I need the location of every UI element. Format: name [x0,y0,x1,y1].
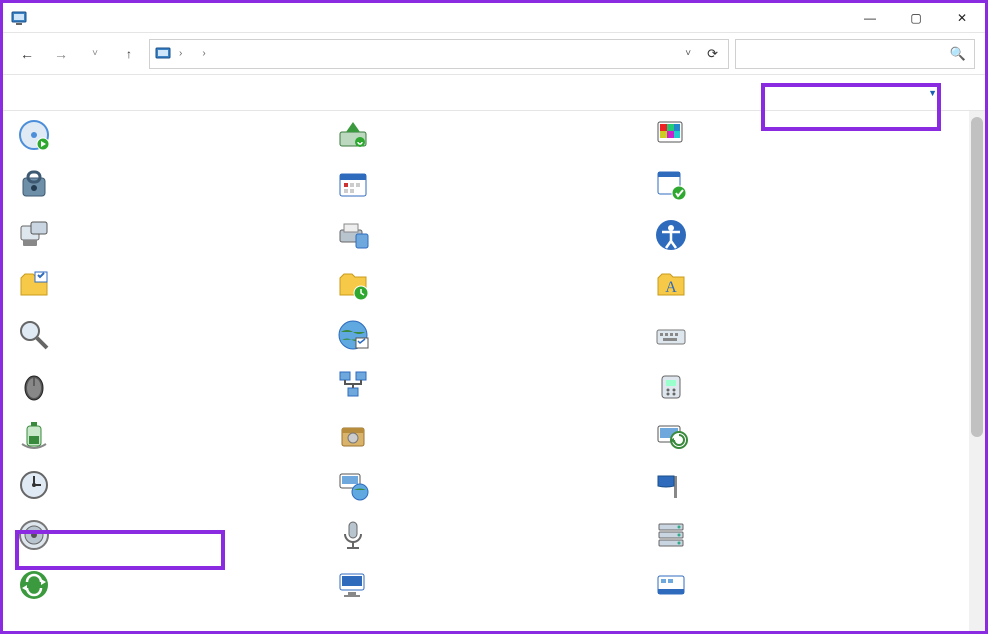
date-time-icon [336,168,370,202]
item-sound[interactable] [13,513,322,557]
item-device-manager[interactable] [13,213,322,257]
sync-center-icon [17,568,51,602]
header-strip: ▼ [3,75,985,111]
devices-printers-icon [336,218,370,252]
item-keyboard[interactable] [650,313,959,357]
item-file-history[interactable] [332,263,641,307]
recovery-icon [654,418,688,452]
item-fonts[interactable]: A [650,263,959,307]
network-sharing-icon [336,368,370,402]
power-options-icon [17,418,51,452]
region-icon [17,468,51,502]
chevron-right-icon[interactable]: › [199,48,208,59]
item-ease-of-access[interactable] [650,213,959,257]
up-button[interactable]: ↑ [115,40,143,68]
item-power-options[interactable] [13,413,322,457]
item-credential-manager[interactable] [13,163,322,207]
refresh-button[interactable]: ⟳ [701,46,724,62]
item-programs-features[interactable] [332,413,641,457]
device-manager-icon [17,218,51,252]
item-indexing-options[interactable] [13,313,322,357]
file-history-icon [336,268,370,302]
indexing-options-icon [17,318,51,352]
item-devices-printers[interactable] [332,213,641,257]
address-dropdown[interactable]: ˅ [679,48,697,59]
item-network-sharing[interactable] [332,363,641,407]
chevron-down-icon: ▼ [928,88,937,98]
search-icon: 🔍 [950,46,966,62]
item-date-time[interactable] [332,163,641,207]
vertical-scrollbar[interactable] [969,111,985,631]
maximize-button[interactable]: ▢ [893,3,939,32]
file-explorer-options-icon [17,268,51,302]
keyboard-icon [654,318,688,352]
svg-text:A: A [666,279,678,296]
chevron-right-icon[interactable]: › [176,48,185,59]
minimize-button[interactable]: — [847,3,893,32]
address-bar[interactable]: › › ˅ ⟳ [149,39,729,69]
item-system[interactable] [332,563,641,607]
item-backup-restore[interactable] [332,113,641,157]
item-mouse[interactable] [13,363,322,407]
item-region[interactable] [13,463,322,507]
speech-recognition-icon [336,518,370,552]
close-button[interactable]: ✕ [939,3,985,32]
backup-icon [336,118,370,152]
item-default-programs[interactable] [650,163,959,207]
content-wrap: A [3,111,985,631]
sound-icon [17,518,51,552]
item-security-maintenance[interactable] [650,463,959,507]
recent-locations-dropdown[interactable]: ˅ [81,40,109,68]
autoplay-icon [17,118,51,152]
item-recovery[interactable] [650,413,959,457]
internet-options-icon [336,318,370,352]
item-remoteapp[interactable] [332,463,641,507]
mouse-icon [17,368,51,402]
remoteapp-icon [336,468,370,502]
ease-of-access-icon [654,218,688,252]
navigation-toolbar: ← → ˅ ↑ › › ˅ ⟳ 🔍 [3,33,985,75]
credential-manager-icon [17,168,51,202]
fonts-icon: A [654,268,688,302]
storage-spaces-icon [654,518,688,552]
item-color-management[interactable] [650,113,959,157]
control-panel-icon [11,10,27,26]
item-internet-options[interactable] [332,313,641,357]
scrollbar-thumb[interactable] [971,117,983,437]
programs-features-icon [336,418,370,452]
view-by-selector[interactable]: ▼ [900,81,951,103]
title-bar: — ▢ ✕ [3,3,985,33]
security-maintenance-icon [654,468,688,502]
control-panel-window: — ▢ ✕ ← → ˅ ↑ › › ˅ ⟳ 🔍 [0,0,988,634]
taskbar-navigation-icon [654,568,688,602]
item-file-explorer-options[interactable] [13,263,322,307]
control-panel-icon [154,45,172,63]
forward-button[interactable]: → [47,40,75,68]
default-programs-icon [654,168,688,202]
system-icon [336,568,370,602]
item-phone-modem[interactable] [650,363,959,407]
item-storage-spaces[interactable] [650,513,959,557]
back-button[interactable]: ← [13,40,41,68]
item-sync-center[interactable] [13,563,322,607]
color-management-icon [654,118,688,152]
items-grid-container: A [3,111,969,631]
items-grid: A [13,113,959,607]
item-taskbar-navigation[interactable] [650,563,959,607]
item-autoplay[interactable] [13,113,322,157]
item-speech-recognition[interactable] [332,513,641,557]
window-controls: — ▢ ✕ [847,3,985,32]
phone-modem-icon [654,368,688,402]
search-input[interactable]: 🔍 [735,39,975,69]
